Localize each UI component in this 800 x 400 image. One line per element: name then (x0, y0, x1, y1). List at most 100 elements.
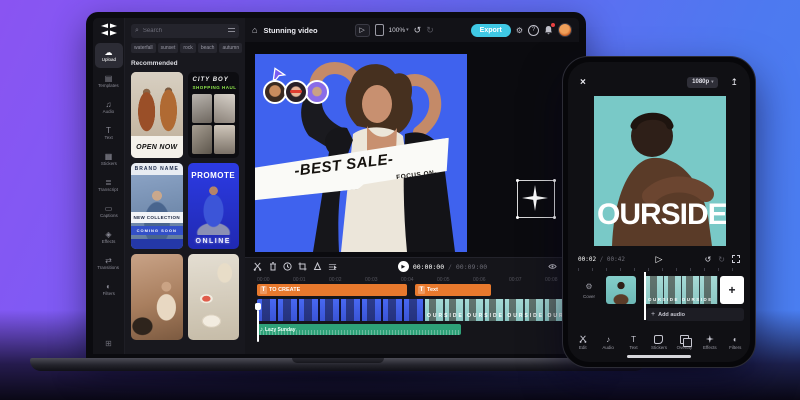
music-note-icon: ♪ (260, 327, 263, 333)
ruler-tick: 00:00 (257, 277, 293, 283)
toolbar-item-effects[interactable]: Effects (697, 330, 722, 354)
text-clip-1[interactable]: T TO CREATE (257, 284, 407, 296)
ruler-tick: 00:06 (473, 277, 509, 283)
template-card-open-now[interactable]: OPEN NOW (131, 72, 183, 158)
zoom-level[interactable]: 100% ▾ (389, 27, 409, 34)
selection-handle[interactable] (553, 179, 556, 182)
timecode-total: 00:09:00 (456, 263, 487, 271)
template-card-travel[interactable] (131, 254, 183, 340)
toolbar-item-filters[interactable]: ◐ Filters (723, 330, 748, 354)
history-clock-icon[interactable] (283, 262, 292, 271)
template-search[interactable]: ⌕ (131, 24, 239, 38)
mobile-video-track[interactable]: OURSIDE OURSIDE (646, 276, 718, 304)
notifications-icon[interactable] (544, 25, 553, 35)
toolbar-label: Filters (729, 345, 741, 350)
toolbar-item-audio[interactable]: ♪ Audio (595, 330, 620, 354)
toolbar-item-text[interactable]: T Text (621, 330, 646, 354)
sidebar-item-label: Effects (102, 239, 116, 244)
text-clip-2[interactable]: T Text (415, 284, 491, 296)
chip[interactable]: autumn (219, 43, 242, 53)
redo-button[interactable]: ↻ (718, 255, 725, 264)
selection-handle[interactable] (516, 216, 519, 219)
mobile-video-preview[interactable]: OURSIDE (594, 96, 726, 246)
template-card-food[interactable] (188, 254, 240, 340)
chip[interactable]: beach (198, 43, 218, 53)
filter-icon[interactable] (228, 28, 235, 34)
sidebar-item-audio[interactable]: ♫ Audio (95, 95, 123, 120)
chip[interactable]: waterfall (131, 43, 156, 53)
collapse-panel-icon[interactable]: ⊞ (105, 339, 112, 348)
toolbar-item-stickers[interactable]: Stickers (646, 330, 671, 354)
toolbar-item-overlay[interactable]: Overlay (672, 330, 697, 354)
close-icon[interactable]: × (580, 77, 586, 88)
undo-button[interactable]: ↺ (705, 255, 712, 264)
preview-device-icon[interactable] (375, 24, 384, 36)
cursor-icon (271, 66, 287, 82)
delete-icon[interactable] (268, 262, 277, 271)
avatar-stickers[interactable] (263, 80, 326, 104)
sidebar-item-upload[interactable]: ☁ Upload (95, 43, 123, 68)
export-button[interactable]: Export (471, 24, 511, 37)
toolbar-item-edit[interactable]: Edit (570, 330, 595, 354)
preview-eye-icon[interactable] (548, 262, 557, 271)
user-avatar[interactable] (558, 23, 572, 37)
sidebar-item-label: Templates (98, 83, 119, 88)
sidebar-item-transitions[interactable]: ⇄ Transitions (95, 251, 123, 276)
timeline-play-button[interactable]: ▶ (398, 261, 409, 272)
sidebar-item-label: Text (104, 135, 112, 140)
sidebar-item-templates[interactable]: ▤ Templates (95, 69, 123, 94)
sparkle-element[interactable] (517, 180, 555, 218)
mobile-player-controls: 00:02 / 00:42 ▷ ↺ ↻ (578, 252, 740, 266)
timeline-ruler[interactable]: 00:00 00:01 00:02 00:03 00:04 00:05 00:0… (245, 275, 579, 284)
audio-track[interactable]: ♪ Lazy Sunday (257, 324, 461, 335)
sidebar-item-effects[interactable]: ◈ Effects (95, 225, 123, 250)
undo-button[interactable]: ↺ (414, 26, 422, 35)
timecode-separator: / (444, 263, 456, 271)
toolbar-label: Effects (703, 345, 717, 350)
export-share-icon[interactable]: ↥ (730, 77, 738, 88)
mobile-playhead[interactable] (644, 272, 646, 320)
sidebar-item-transcript[interactable]: ≣ Transcript (95, 173, 123, 198)
add-clip-button[interactable]: + (720, 276, 744, 304)
play-button[interactable]: ▷ (355, 24, 370, 37)
upload-clip-icon[interactable] (313, 262, 322, 271)
toolbar-label: Stickers (651, 345, 667, 350)
crop-icon[interactable] (298, 262, 307, 271)
search-input[interactable] (141, 27, 226, 35)
chip[interactable]: sunset (158, 43, 179, 53)
template-card-brand-name[interactable]: BRAND NAME NEW COLLECTION COMING SOON (131, 163, 183, 249)
selection-handle[interactable] (553, 216, 556, 219)
timeline-playhead[interactable] (257, 310, 259, 342)
cover-button[interactable]: ⚙ Cover (576, 276, 602, 299)
video-clip-blue[interactable] (257, 299, 425, 321)
redo-button[interactable]: ↻ (426, 26, 434, 35)
chip[interactable]: rock (180, 43, 195, 53)
project-title: Stunning video (263, 26, 317, 35)
selection-handle[interactable] (516, 179, 519, 182)
fullscreen-icon[interactable] (732, 255, 740, 263)
cover-label: Cover (576, 294, 602, 299)
sidebar-item-text[interactable]: T Text (95, 121, 123, 146)
section-title: Recommended (131, 60, 239, 67)
sidebar-item-stickers[interactable]: ▦ Stickers (95, 147, 123, 172)
resolution-selector[interactable]: 1080p ▾ (687, 77, 718, 88)
template-card-city-boy[interactable]: CITY BOY SHOPPING HAUL (188, 72, 240, 158)
sidebar-item-filters[interactable]: ◐ Filters (95, 277, 123, 302)
toolbar-label: Audio (602, 345, 614, 350)
sidebar-item-captions[interactable]: ▭ Captions (95, 199, 123, 224)
timeline-player: ▶ 00:00:00 / 00:09:00 (398, 261, 487, 272)
home-icon[interactable]: ⌂ (252, 25, 257, 35)
sidebar-item-label: Transcript (99, 187, 119, 192)
mirror-icon[interactable] (328, 262, 337, 271)
mobile-play-button[interactable]: ▷ (656, 254, 663, 265)
clip-thumbnail[interactable] (606, 276, 636, 304)
split-icon[interactable] (253, 262, 262, 271)
template-grid: OPEN NOW CITY BOY SHOPPING HAUL BRAND NA… (131, 72, 239, 340)
video-preview[interactable]: -BEST SALE- FOCUS ON- (255, 54, 467, 252)
gear-icon[interactable]: ⚙ (516, 26, 523, 35)
video-track[interactable]: OURSIDE OURSIDE OURSIDE OURSIDE (257, 299, 571, 321)
add-audio-button[interactable]: + Add audio (646, 308, 744, 321)
template-card-promote[interactable]: PROMOTE ONLINE (188, 163, 240, 249)
video-clip-teal[interactable]: OURSIDE OURSIDE OURSIDE OURSIDE (425, 299, 571, 321)
help-icon[interactable]: ? (528, 25, 539, 36)
